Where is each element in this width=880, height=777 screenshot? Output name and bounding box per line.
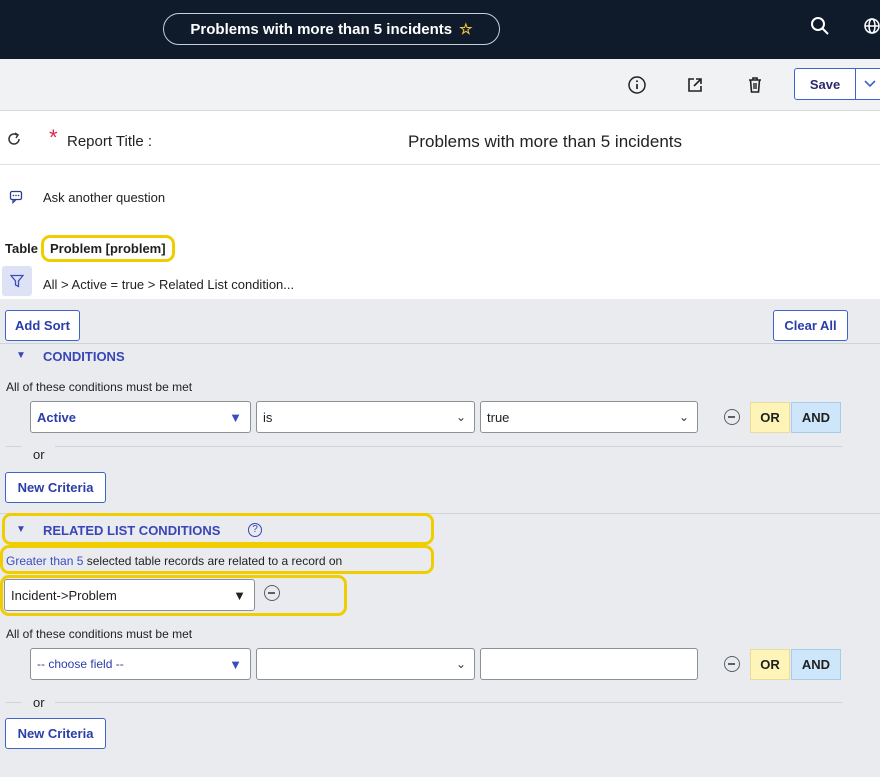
table-label: Table bbox=[5, 241, 38, 256]
related-quantity-line: Greater than 5 selected table records ar… bbox=[6, 554, 342, 568]
star-outline-icon[interactable]: ☆ bbox=[459, 20, 472, 38]
or-divider-right bbox=[55, 702, 842, 703]
related-list-title: RELATED LIST CONDITIONS bbox=[43, 523, 221, 538]
conditions-header[interactable]: ▼ CONDITIONS bbox=[0, 345, 880, 369]
header-title: Problems with more than 5 incidents bbox=[190, 20, 453, 38]
help-icon[interactable]: ? bbox=[248, 523, 262, 537]
related-table-select[interactable]: Incident->Problem ▼ bbox=[4, 579, 255, 611]
related-operator-select[interactable]: ⌄ bbox=[256, 648, 475, 680]
or-separator-text: or bbox=[33, 447, 45, 462]
report-toolbar: Save bbox=[0, 59, 880, 111]
remove-condition-icon[interactable] bbox=[724, 409, 740, 425]
or-divider-right bbox=[55, 446, 842, 447]
related-field-select[interactable]: -- choose field -- ▼ bbox=[30, 648, 251, 680]
table-value[interactable]: Problem [problem] bbox=[41, 235, 175, 262]
or-separator-text: or bbox=[33, 695, 45, 710]
add-sort-button[interactable]: Add Sort bbox=[5, 310, 80, 341]
report-title-label: Report Title : bbox=[67, 133, 153, 150]
dropdown-triangle-icon: ▼ bbox=[233, 588, 246, 603]
chevron-down-icon: ⌄ bbox=[455, 410, 466, 424]
chevron-down-icon: ⌄ bbox=[455, 657, 466, 671]
condition-value-select[interactable]: true ⌄ bbox=[480, 401, 698, 433]
save-button[interactable]: Save bbox=[794, 68, 856, 100]
or-divider-left bbox=[6, 446, 22, 447]
clear-all-button[interactable]: Clear All bbox=[773, 310, 848, 341]
condition-operator-value: is bbox=[263, 410, 273, 425]
new-criteria-button[interactable]: New Criteria bbox=[5, 472, 106, 503]
related-table-value: Incident->Problem bbox=[11, 588, 117, 603]
report-title-value[interactable]: Problems with more than 5 incidents bbox=[408, 132, 682, 152]
condition-value-text: true bbox=[487, 410, 510, 425]
condition-operator-select[interactable]: is ⌄ bbox=[256, 401, 475, 433]
share-icon[interactable] bbox=[685, 75, 705, 95]
chat-icon[interactable] bbox=[9, 190, 23, 207]
remove-related-condition-icon[interactable] bbox=[724, 656, 740, 672]
or-button[interactable]: OR bbox=[750, 402, 790, 433]
condition-field-value: Active bbox=[37, 410, 77, 425]
filter-icon[interactable] bbox=[2, 266, 32, 296]
chevron-down-icon: ⌄ bbox=[678, 410, 689, 424]
or-divider-left bbox=[6, 702, 22, 703]
conditions-title: CONDITIONS bbox=[43, 349, 125, 364]
new-criteria-button[interactable]: New Criteria bbox=[5, 718, 106, 749]
refresh-icon[interactable] bbox=[6, 131, 22, 151]
related-list-conditions-header[interactable]: ▼ RELATED LIST CONDITIONS bbox=[0, 519, 880, 543]
ask-another-question-link[interactable]: Ask another question bbox=[43, 190, 165, 205]
remove-related-icon[interactable] bbox=[264, 585, 280, 601]
conditions-must-be-met: All of these conditions must be met bbox=[6, 380, 193, 394]
chevron-down-icon[interactable] bbox=[855, 68, 880, 100]
filter-breadcrumb[interactable]: All > Active = true > Related List condi… bbox=[43, 277, 294, 292]
condition-field-select[interactable]: Active ▼ bbox=[30, 401, 251, 433]
report-title-pill[interactable]: Problems with more than 5 incidents ☆ bbox=[163, 13, 500, 45]
report-title-row: * Report Title : Problems with more than… bbox=[0, 111, 880, 165]
globe-icon[interactable] bbox=[862, 16, 880, 41]
and-button[interactable]: AND bbox=[791, 402, 841, 433]
required-mark: * bbox=[49, 125, 58, 150]
search-icon[interactable] bbox=[810, 16, 830, 41]
related-must-be-met: All of these conditions must be met bbox=[6, 627, 193, 641]
and-button[interactable]: AND bbox=[791, 649, 841, 680]
dropdown-triangle-icon: ▼ bbox=[229, 657, 242, 672]
collapse-triangle-icon[interactable]: ▼ bbox=[16, 350, 26, 361]
trash-icon[interactable] bbox=[745, 75, 765, 95]
info-icon[interactable] bbox=[627, 75, 647, 95]
collapse-triangle-icon[interactable]: ▼ bbox=[16, 524, 26, 535]
top-header: Problems with more than 5 incidents ☆ bbox=[0, 0, 880, 59]
divider bbox=[0, 343, 880, 344]
greater-than-link[interactable]: Greater than 5 bbox=[6, 554, 83, 568]
related-field-value: -- choose field -- bbox=[37, 657, 124, 671]
related-description: selected table records are related to a … bbox=[86, 554, 343, 568]
or-button[interactable]: OR bbox=[750, 649, 790, 680]
related-value-input[interactable] bbox=[480, 648, 698, 680]
report-details-panel: * Report Title : Problems with more than… bbox=[0, 111, 880, 299]
dropdown-triangle-icon: ▼ bbox=[229, 410, 242, 425]
